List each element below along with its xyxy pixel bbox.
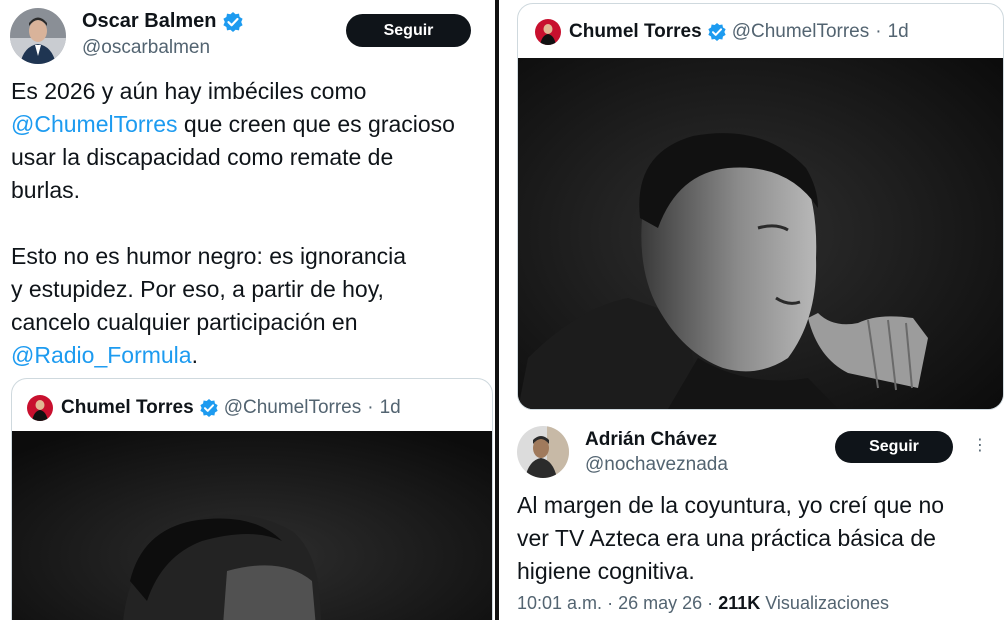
tweet-line: higiene cognitiva. bbox=[517, 555, 1002, 588]
adrian-display-name[interactable]: Adrián Chávez bbox=[585, 429, 717, 451]
follow-button[interactable]: Seguir bbox=[346, 14, 471, 47]
quote-handle: @ChumelTorres bbox=[731, 21, 870, 42]
tweet-line: ver TV Azteca era una práctica básica de bbox=[517, 522, 1002, 555]
right-tweet-panel: Chumel Torres @ChumelTorres · 1d Adrián … bbox=[499, 0, 1006, 620]
oscar-display-name[interactable]: Oscar Balmen bbox=[82, 10, 217, 33]
left-tweet-panel: Oscar Balmen @oscarbalmen Seguir ⋮ Es 20… bbox=[0, 0, 495, 620]
quoted-tweet-card[interactable]: Chumel Torres @ChumelTorres · 1d bbox=[11, 378, 493, 620]
more-options-icon[interactable]: ⋮ bbox=[488, 18, 495, 34]
oscar-avatar[interactable] bbox=[10, 8, 66, 64]
tweet-line: @ChumelTorres que creen que es gracioso bbox=[11, 108, 491, 141]
text-segment: Es 2026 y aún hay imbéciles como bbox=[11, 78, 367, 104]
text-segment: y estupidez. Por eso, a partir de hoy, bbox=[11, 276, 384, 302]
text-segment: Al margen de la coyuntura, yo creí que n… bbox=[517, 492, 945, 518]
verified-badge-icon bbox=[708, 23, 726, 41]
tweet-line: @Radio_Formula. bbox=[11, 339, 491, 372]
post-time[interactable]: 10:01 a.m. bbox=[517, 593, 602, 613]
quote-age: 1d bbox=[887, 21, 909, 42]
text-segment: usar la discapacidad como remate de bbox=[11, 144, 394, 170]
tweet-text: Es 2026 y aún hay imbéciles como @Chumel… bbox=[11, 75, 491, 372]
quote-author-name: Chumel Torres bbox=[61, 397, 194, 418]
mention-link[interactable]: @ChumelTorres bbox=[11, 111, 178, 137]
adrian-handle[interactable]: @nochaveznada bbox=[585, 454, 728, 476]
tweet-stats: 10:01 a.m. · 26 may 26 · 211K Visualizac… bbox=[517, 593, 889, 614]
tweet-line: usar la discapacidad como remate de bbox=[11, 141, 491, 174]
text-segment: Esto no es humor negro: es ignorancia bbox=[11, 243, 407, 269]
person-avatar-icon bbox=[10, 8, 66, 64]
chumel-mini-avatar bbox=[27, 395, 53, 421]
tweet-line bbox=[11, 207, 491, 240]
text-segment: . bbox=[191, 342, 198, 368]
meta-separator: · bbox=[607, 593, 614, 613]
more-options-icon[interactable]: ⋮ bbox=[972, 438, 988, 454]
meta-separator: · bbox=[875, 21, 882, 42]
views-count: 211K bbox=[718, 593, 761, 613]
verified-badge-icon bbox=[222, 11, 243, 32]
quote-handle: @ChumelTorres bbox=[223, 397, 362, 418]
post-date[interactable]: 26 may 26 bbox=[618, 593, 702, 613]
text-segment: higiene cognitiva. bbox=[517, 558, 695, 584]
reply-text: Al margen de la coyuntura, yo creí que n… bbox=[517, 489, 1002, 588]
text-segment: cancelo cualquier participación en bbox=[11, 309, 358, 335]
text-segment: burlas. bbox=[11, 177, 81, 203]
text-segment: ver TV Azteca era una práctica básica de bbox=[517, 525, 936, 551]
meta-separator: · bbox=[707, 593, 714, 613]
person-avatar-icon bbox=[517, 426, 569, 478]
quoted-photo[interactable] bbox=[12, 431, 492, 620]
views-label: Visualizaciones bbox=[765, 593, 889, 613]
tweet-line: burlas. bbox=[11, 174, 491, 207]
meta-separator: · bbox=[367, 397, 374, 418]
tweet-line: y estupidez. Por eso, a partir de hoy, bbox=[11, 273, 491, 306]
adrian-avatar[interactable] bbox=[517, 426, 569, 478]
quote-age: 1d bbox=[379, 397, 401, 418]
quote-author-name: Chumel Torres bbox=[569, 21, 702, 42]
mention-link[interactable]: @Radio_Formula bbox=[11, 342, 192, 368]
oscar-handle[interactable]: @oscarbalmen bbox=[82, 37, 210, 59]
quoted-photo[interactable] bbox=[518, 58, 1003, 409]
tweet-line: cancelo cualquier participación en bbox=[11, 306, 491, 339]
follow-button[interactable]: Seguir bbox=[835, 431, 953, 463]
tweet-line: Es 2026 y aún hay imbéciles como bbox=[11, 75, 491, 108]
verified-badge-icon bbox=[200, 399, 218, 417]
quoted-tweet-card[interactable]: Chumel Torres @ChumelTorres · 1d bbox=[517, 3, 1004, 410]
chumel-mini-avatar bbox=[535, 19, 561, 45]
tweet-line: Esto no es humor negro: es ignorancia bbox=[11, 240, 491, 273]
tweet-line: Al margen de la coyuntura, yo creí que n… bbox=[517, 489, 1002, 522]
text-segment: que creen que es gracioso bbox=[177, 111, 455, 137]
